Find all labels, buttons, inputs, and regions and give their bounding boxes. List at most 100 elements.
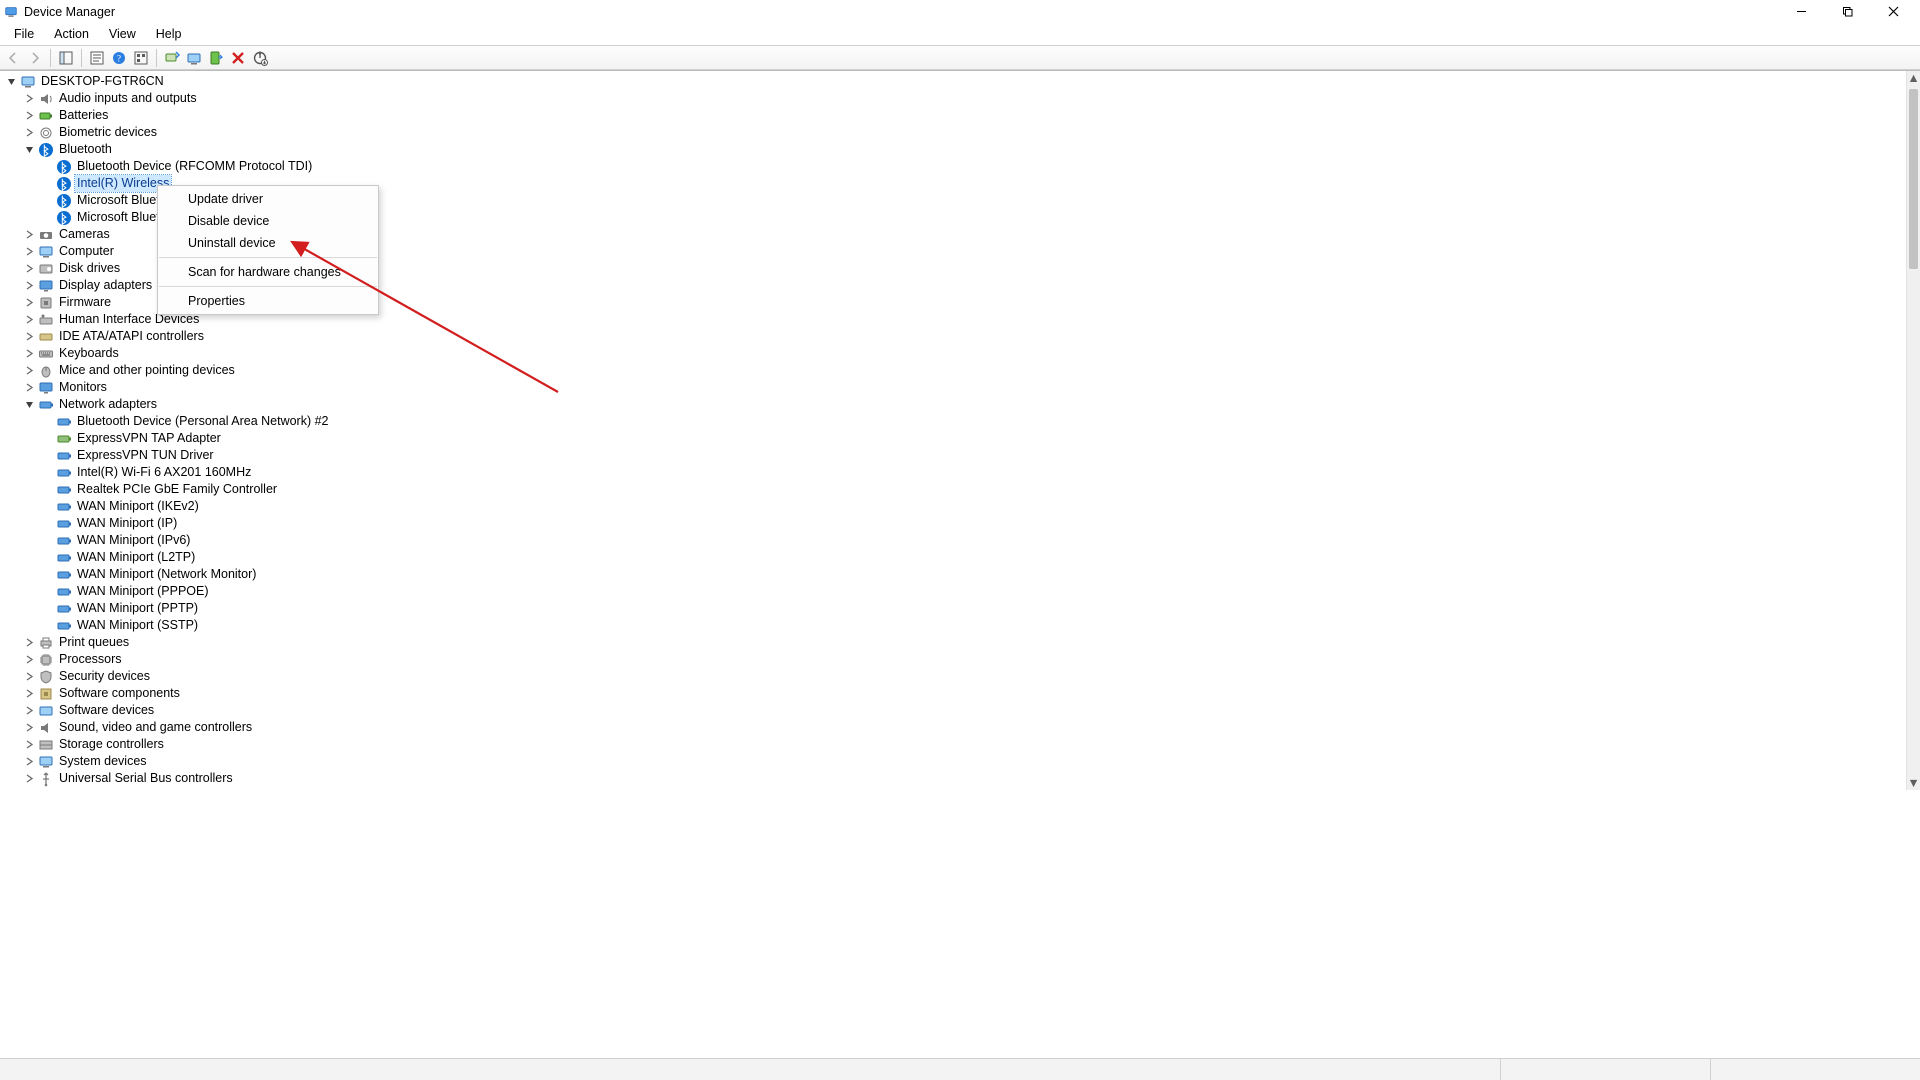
context-uninstall-device[interactable]: Uninstall device <box>158 232 378 254</box>
tree-row[interactable]: WAN Miniport (IP) <box>0 515 1906 532</box>
view-devices-icon[interactable] <box>130 47 152 69</box>
context-update-driver[interactable]: Update driver <box>158 188 378 210</box>
chevron-right-icon[interactable] <box>22 279 36 293</box>
close-button[interactable] <box>1870 0 1916 23</box>
chevron-right-icon[interactable] <box>22 755 36 769</box>
tree-row[interactable]: Sound, video and game controllers <box>0 719 1906 736</box>
tree-row[interactable]: Audio inputs and outputs <box>0 90 1906 107</box>
tree-row[interactable]: WAN Miniport (L2TP) <box>0 549 1906 566</box>
chevron-right-icon[interactable] <box>22 381 36 395</box>
context-scan-hardware-changes[interactable]: Scan for hardware changes <box>158 261 378 283</box>
battery-icon <box>38 108 54 124</box>
chevron-right-icon[interactable] <box>22 653 36 667</box>
bluetooth-icon <box>56 210 72 226</box>
tree-row[interactable]: Biometric devices <box>0 124 1906 141</box>
forward-button[interactable] <box>24 47 46 69</box>
tree-row[interactable]: Batteries <box>0 107 1906 124</box>
chevron-right-icon[interactable] <box>22 364 36 378</box>
uninstall-device-icon[interactable] <box>227 47 249 69</box>
tree-row[interactable]: Storage controllers <box>0 736 1906 753</box>
tree-row[interactable]: IDE ATA/ATAPI controllers <box>0 328 1906 345</box>
tree-row-bluetooth[interactable]: Bluetooth <box>0 141 1906 158</box>
show-hide-tree-button[interactable] <box>55 47 77 69</box>
scan-hardware-changes-icon[interactable] <box>161 47 183 69</box>
software-components-icon <box>38 686 54 702</box>
tree-row[interactable]: Processors <box>0 651 1906 668</box>
tree-row[interactable]: Mice and other pointing devices <box>0 362 1906 379</box>
tree-row-root[interactable]: DESKTOP-FGTR6CN <box>0 73 1906 90</box>
scrollbar-thumb[interactable] <box>1909 89 1918 269</box>
tree-row[interactable]: Bluetooth Device (Personal Area Network)… <box>0 413 1906 430</box>
software-devices-icon <box>38 703 54 719</box>
tree-row[interactable]: WAN Miniport (SSTP) <box>0 617 1906 634</box>
minimize-button[interactable] <box>1778 0 1824 23</box>
chevron-right-icon[interactable] <box>22 313 36 327</box>
update-driver-icon[interactable] <box>183 47 205 69</box>
tree-root-label: DESKTOP-FGTR6CN <box>39 73 166 90</box>
menu-help[interactable]: Help <box>146 25 192 43</box>
tree-row[interactable]: Universal Serial Bus controllers <box>0 770 1906 787</box>
scrollbar-down-icon[interactable]: ▼ <box>1907 776 1920 790</box>
help-icon[interactable]: ? <box>108 47 130 69</box>
tree-row[interactable]: WAN Miniport (PPTP) <box>0 600 1906 617</box>
disk-icon <box>38 261 54 277</box>
chevron-right-icon[interactable] <box>22 721 36 735</box>
menu-file[interactable]: File <box>4 25 44 43</box>
context-menu: Update driver Disable device Uninstall d… <box>157 185 379 315</box>
tree-row[interactable]: Bluetooth Device (RFCOMM Protocol TDI) <box>0 158 1906 175</box>
chevron-right-icon[interactable] <box>22 636 36 650</box>
tree-row[interactable]: ExpressVPN TUN Driver <box>0 447 1906 464</box>
security-icon <box>38 669 54 685</box>
tree-row[interactable]: Monitors <box>0 379 1906 396</box>
tree-row-network-adapters[interactable]: Network adapters <box>0 396 1906 413</box>
chevron-right-icon[interactable] <box>22 330 36 344</box>
display-adapter-icon <box>38 278 54 294</box>
tree-row[interactable]: WAN Miniport (Network Monitor) <box>0 566 1906 583</box>
computer-icon <box>20 74 36 90</box>
disable-device-icon[interactable] <box>249 47 271 69</box>
maximize-button[interactable] <box>1824 0 1870 23</box>
tree-row[interactable]: Realtek PCIe GbE Family Controller <box>0 481 1906 498</box>
tree-row[interactable]: Keyboards <box>0 345 1906 362</box>
tree-row[interactable]: Software devices <box>0 702 1906 719</box>
context-disable-device[interactable]: Disable device <box>158 210 378 232</box>
tree-row[interactable]: Print queues <box>0 634 1906 651</box>
chevron-right-icon[interactable] <box>22 704 36 718</box>
scrollbar-up-icon[interactable]: ▲ <box>1907 71 1920 85</box>
tree-row[interactable]: Intel(R) Wi-Fi 6 AX201 160MHz <box>0 464 1906 481</box>
chevron-right-icon[interactable] <box>22 228 36 242</box>
tree-row[interactable]: ExpressVPN TAP Adapter <box>0 430 1906 447</box>
chevron-right-icon[interactable] <box>22 245 36 259</box>
chevron-right-icon[interactable] <box>22 126 36 140</box>
back-button[interactable] <box>2 47 24 69</box>
chevron-right-icon[interactable] <box>22 296 36 310</box>
chevron-down-icon[interactable] <box>22 143 36 157</box>
tree-row[interactable]: Security devices <box>0 668 1906 685</box>
bluetooth-icon <box>38 142 54 158</box>
chevron-right-icon[interactable] <box>22 687 36 701</box>
menu-view[interactable]: View <box>99 25 146 43</box>
tree-row[interactable]: WAN Miniport (IPv6) <box>0 532 1906 549</box>
tree-row[interactable]: WAN Miniport (IKEv2) <box>0 498 1906 515</box>
chevron-right-icon[interactable] <box>22 109 36 123</box>
enable-device-icon[interactable] <box>205 47 227 69</box>
network-adapter-icon <box>56 482 72 498</box>
chevron-down-icon[interactable] <box>4 75 18 89</box>
chevron-right-icon[interactable] <box>22 738 36 752</box>
scrollbar-vertical[interactable]: ▲ ▼ <box>1906 71 1920 790</box>
context-properties[interactable]: Properties <box>158 290 378 312</box>
network-adapter-icon <box>56 431 72 447</box>
chevron-right-icon[interactable] <box>22 670 36 684</box>
device-manager-icon <box>4 5 18 19</box>
chevron-right-icon[interactable] <box>22 262 36 276</box>
tree-row[interactable]: WAN Miniport (PPPOE) <box>0 583 1906 600</box>
tree-row[interactable]: Software components <box>0 685 1906 702</box>
tree-row[interactable]: System devices <box>0 753 1906 770</box>
chevron-right-icon[interactable] <box>22 772 36 786</box>
properties-icon[interactable] <box>86 47 108 69</box>
chevron-down-icon[interactable] <box>22 398 36 412</box>
menu-action[interactable]: Action <box>44 25 99 43</box>
tree-view[interactable]: DESKTOP-FGTR6CN Audio inputs and outputs… <box>0 70 1920 790</box>
chevron-right-icon[interactable] <box>22 92 36 106</box>
chevron-right-icon[interactable] <box>22 347 36 361</box>
